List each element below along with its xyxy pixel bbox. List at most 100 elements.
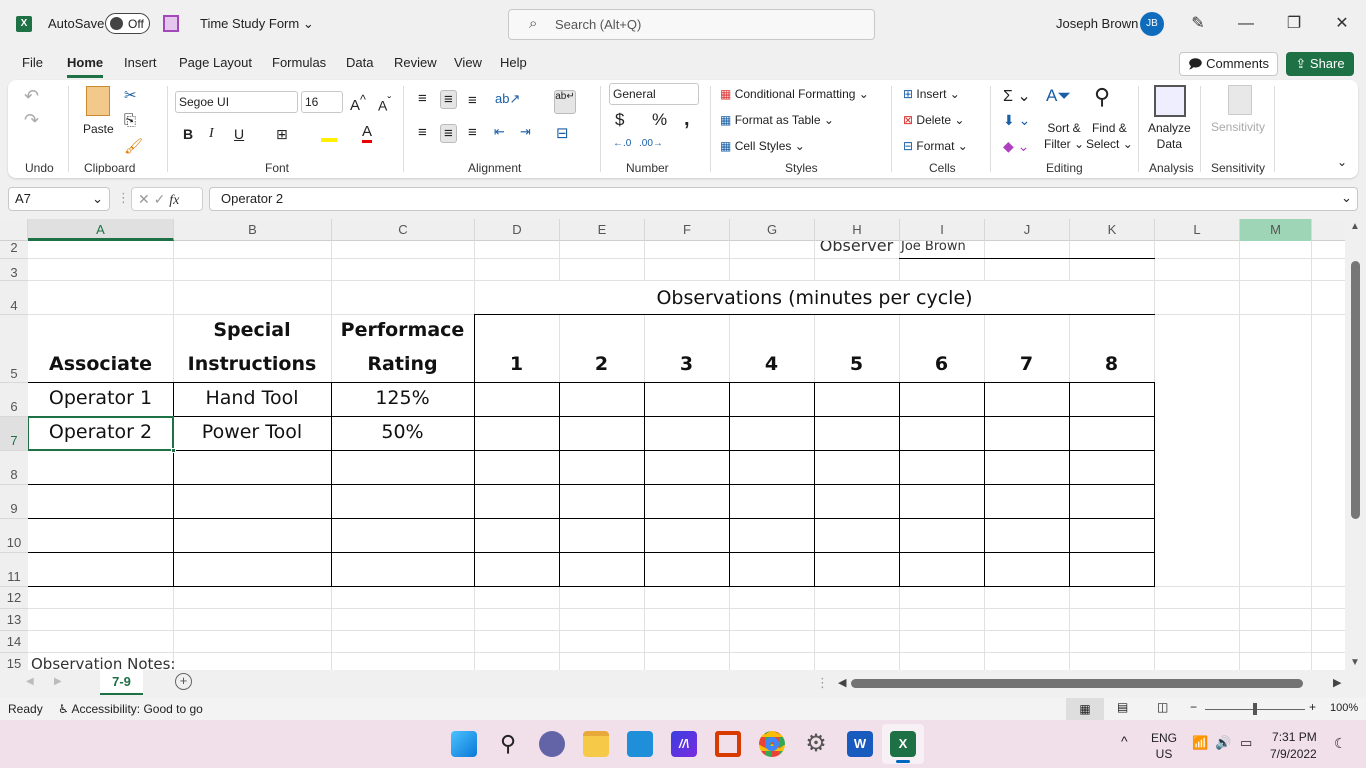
row-header-14[interactable]: 14 bbox=[0, 631, 28, 653]
zoom-level[interactable]: 100% bbox=[1330, 702, 1358, 714]
header-obs-4[interactable]: 4 bbox=[729, 353, 814, 375]
clear-icon[interactable]: ◆ ⌄ bbox=[1003, 138, 1029, 155]
notification-icon[interactable]: ☾ bbox=[1334, 735, 1347, 752]
fill-color-icon[interactable] bbox=[321, 124, 337, 142]
mail-icon[interactable] bbox=[627, 731, 653, 757]
scroll-left-icon[interactable]: ◀ bbox=[838, 676, 846, 689]
observations-header[interactable]: Observations (minutes per cycle) bbox=[474, 287, 1155, 309]
column-header-h[interactable]: H bbox=[815, 219, 900, 241]
restore-button[interactable]: ❐ bbox=[1274, 10, 1314, 38]
increase-font-icon[interactable]: A^ bbox=[350, 93, 366, 114]
fill-icon[interactable]: ⬇ ⌄ bbox=[1003, 112, 1030, 129]
header-special[interactable]: Special bbox=[173, 319, 331, 341]
align-middle-icon[interactable]: ≡ bbox=[440, 90, 457, 109]
tab-home[interactable]: Home bbox=[67, 55, 104, 78]
column-header-b[interactable]: B bbox=[174, 219, 332, 241]
minimize-button[interactable]: — bbox=[1226, 10, 1266, 38]
start-icon[interactable] bbox=[451, 731, 477, 757]
row-header-4[interactable]: 4 bbox=[0, 281, 28, 315]
excel-taskbar-icon[interactable]: X bbox=[890, 731, 916, 757]
insert-cells-button[interactable]: ⊞ Insert ⌄ bbox=[903, 87, 960, 101]
row-header-3[interactable]: 3 bbox=[0, 259, 28, 281]
prev-sheet-icon[interactable]: ◀ bbox=[26, 676, 34, 687]
cut-icon[interactable]: ✂ bbox=[124, 86, 137, 104]
accessibility-status[interactable]: ♿ Accessibility: Good to go bbox=[58, 702, 203, 716]
row-header-2[interactable]: 2 bbox=[0, 241, 28, 259]
row-header-9[interactable]: 9 bbox=[0, 485, 28, 519]
close-button[interactable]: ✕ bbox=[1322, 10, 1362, 38]
wifi-icon[interactable]: 📶 bbox=[1192, 735, 1208, 751]
show-hidden-icons[interactable]: ^ bbox=[1121, 733, 1128, 749]
increase-indent-icon[interactable]: ⇥ bbox=[520, 124, 531, 140]
column-header-l[interactable]: L bbox=[1155, 219, 1240, 241]
orientation-icon[interactable]: ab↗ bbox=[495, 91, 520, 107]
row-header-13[interactable]: 13 bbox=[0, 609, 28, 631]
add-sheet-button[interactable]: + bbox=[175, 673, 192, 690]
borders-icon[interactable]: ⊞ bbox=[276, 126, 288, 143]
coauthor-icon[interactable]: ✎ bbox=[1178, 10, 1218, 38]
align-right-icon[interactable]: ≡ bbox=[468, 124, 477, 141]
column-header-a[interactable]: A bbox=[28, 219, 174, 241]
horizontal-scroll-thumb[interactable] bbox=[851, 679, 1303, 688]
wrap-text-icon[interactable]: ab↵ bbox=[554, 90, 576, 114]
font-size-select[interactable]: 16 bbox=[301, 91, 343, 113]
page-break-view-icon[interactable]: ◫ bbox=[1157, 700, 1168, 714]
language-indicator[interactable]: ENG US bbox=[1151, 730, 1177, 762]
zoom-out-button[interactable]: − bbox=[1190, 700, 1197, 714]
row-header-8[interactable]: 8 bbox=[0, 451, 28, 485]
header-rating[interactable]: Rating bbox=[331, 353, 474, 375]
number-format-select[interactable]: General bbox=[609, 83, 699, 105]
save-icon[interactable] bbox=[163, 15, 179, 32]
tab-page-layout[interactable]: Page Layout bbox=[179, 55, 252, 75]
search-icon[interactable]: ⚲ bbox=[495, 731, 521, 757]
scroll-right-icon[interactable]: ▶ bbox=[1333, 676, 1341, 689]
column-header-e[interactable]: E bbox=[560, 219, 645, 241]
cell-associate[interactable]: Operator 1 bbox=[28, 387, 173, 409]
align-bottom-icon[interactable]: ≡ bbox=[468, 92, 477, 109]
sensitivity-button[interactable]: Sensitivity bbox=[1211, 120, 1265, 134]
column-header-j[interactable]: J bbox=[985, 219, 1070, 241]
underline-button[interactable]: U bbox=[234, 126, 244, 142]
copy-icon[interactable]: ⎘ bbox=[124, 112, 136, 129]
row-header-12[interactable]: 12 bbox=[0, 587, 28, 609]
column-header-g[interactable]: G bbox=[730, 219, 815, 241]
volume-icon[interactable]: 🔊 bbox=[1215, 735, 1231, 751]
clock[interactable]: 7:31 PM 7/9/2022 bbox=[1270, 729, 1317, 763]
name-box[interactable]: A7 ⌄ bbox=[8, 187, 110, 211]
header-obs-3[interactable]: 3 bbox=[644, 353, 729, 375]
teams-chat-icon[interactable] bbox=[539, 731, 565, 757]
tab-help[interactable]: Help bbox=[500, 55, 527, 75]
comma-icon[interactable]: , bbox=[684, 108, 690, 131]
header-performace[interactable]: Performace bbox=[331, 319, 474, 341]
analyze-data-button[interactable]: Analyze Data bbox=[1148, 120, 1191, 152]
row-header-5[interactable]: 5 bbox=[0, 315, 28, 383]
worksheet-grid[interactable]: Observer Joe Brown Observations (minutes… bbox=[28, 241, 1345, 670]
header-instructions[interactable]: Instructions bbox=[173, 353, 331, 375]
column-header-k[interactable]: K bbox=[1070, 219, 1155, 241]
format-painter-icon[interactable]: 🖌 bbox=[124, 137, 143, 155]
italic-button[interactable]: I bbox=[209, 126, 214, 142]
app-icon[interactable]: //\ bbox=[671, 731, 697, 757]
fill-handle[interactable] bbox=[171, 448, 176, 453]
avatar[interactable]: JB bbox=[1140, 12, 1164, 36]
decrease-decimal-icon[interactable]: .00→ bbox=[639, 138, 663, 149]
word-icon[interactable]: W bbox=[847, 731, 873, 757]
format-cells-button[interactable]: ⊟ Format ⌄ bbox=[903, 139, 968, 153]
column-header-f[interactable]: F bbox=[645, 219, 730, 241]
active-cell-selection[interactable] bbox=[28, 416, 174, 451]
comments-button[interactable]: 🗩 Comments bbox=[1179, 52, 1278, 76]
row-header-10[interactable]: 10 bbox=[0, 519, 28, 553]
insert-function-icon[interactable]: fx bbox=[169, 193, 179, 208]
header-obs-8[interactable]: 8 bbox=[1069, 353, 1154, 375]
header-obs-5[interactable]: 5 bbox=[814, 353, 899, 375]
sort-filter-button[interactable]: Sort & Filter ⌄ bbox=[1044, 120, 1084, 152]
tab-insert[interactable]: Insert bbox=[124, 55, 157, 75]
increase-decimal-icon[interactable]: ←.0 bbox=[613, 138, 631, 149]
header-obs-2[interactable]: 2 bbox=[559, 353, 644, 375]
redo-icon[interactable]: ↷ bbox=[24, 110, 39, 131]
align-left-icon[interactable]: ≡ bbox=[418, 124, 427, 141]
collapse-ribbon-icon[interactable]: ⌄ bbox=[1337, 155, 1347, 169]
column-header-i[interactable]: I bbox=[900, 219, 985, 241]
header-associate[interactable]: Associate bbox=[28, 353, 173, 375]
next-sheet-icon[interactable]: ▶ bbox=[54, 676, 62, 687]
